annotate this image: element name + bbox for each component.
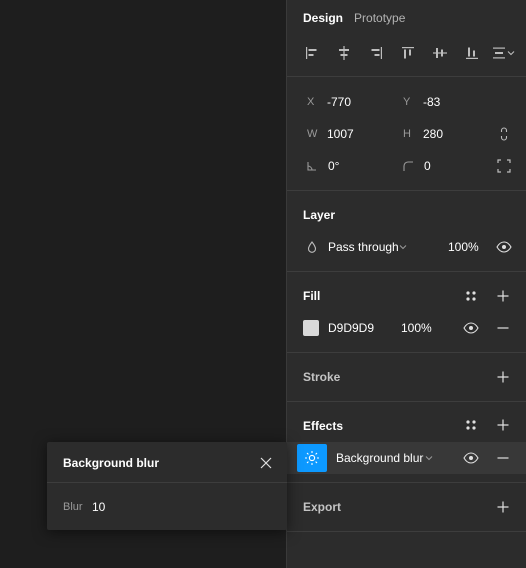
h-value[interactable]: 280 xyxy=(423,127,443,141)
panel-tabs: Design Prototype xyxy=(303,10,405,26)
add-stroke-icon[interactable] xyxy=(494,368,512,386)
eye-icon[interactable] xyxy=(462,449,480,467)
remove-effect-icon[interactable] xyxy=(494,449,512,467)
styles-grid-icon[interactable] xyxy=(462,287,480,305)
divider xyxy=(287,482,526,483)
w-value[interactable]: 1007 xyxy=(327,127,354,141)
divider xyxy=(287,352,526,353)
design-panel: Design Prototype X -770 Y -83 W 1007 H 2… xyxy=(286,0,526,568)
align-top-icon[interactable] xyxy=(397,42,419,64)
x-value[interactable]: -770 xyxy=(327,95,351,109)
eye-icon[interactable] xyxy=(495,238,513,256)
independent-corners-icon[interactable] xyxy=(495,157,513,175)
w-label: W xyxy=(307,128,318,140)
blur-value-input[interactable]: 10 xyxy=(92,500,105,514)
add-effect-icon[interactable] xyxy=(494,416,512,434)
blend-mode-select[interactable]: Pass through xyxy=(328,240,399,254)
fill-color-swatch[interactable] xyxy=(303,320,319,336)
add-export-icon[interactable] xyxy=(494,498,512,516)
stroke-section-title: Stroke xyxy=(303,370,341,384)
divider xyxy=(287,401,526,402)
tab-prototype[interactable]: Prototype xyxy=(354,10,405,26)
blur-label: Blur xyxy=(63,501,83,513)
divider xyxy=(287,76,526,77)
rotation-value[interactable]: 0° xyxy=(328,159,339,173)
h-label: H xyxy=(403,128,411,140)
effect-type-select[interactable]: Background blur xyxy=(336,451,423,465)
eye-icon[interactable] xyxy=(462,319,480,337)
fill-section-title: Fill xyxy=(303,289,321,303)
corner-radius-value[interactable]: 0 xyxy=(424,159,431,173)
styles-grid-icon[interactable] xyxy=(462,416,480,434)
chevron-down-icon[interactable] xyxy=(397,239,409,255)
fill-opacity[interactable]: 100% xyxy=(401,321,432,335)
align-bottom-icon[interactable] xyxy=(461,42,483,64)
effect-settings-icon[interactable] xyxy=(297,444,327,472)
x-label: X xyxy=(307,96,315,108)
popover-title: Background blur xyxy=(63,456,160,470)
background-blur-popover: Background blur Blur 10 xyxy=(47,442,287,530)
close-icon[interactable] xyxy=(257,454,275,472)
divider xyxy=(287,531,526,532)
y-field[interactable]: Y -83 xyxy=(403,91,440,113)
align-horizontal-center-icon[interactable] xyxy=(333,42,355,64)
height-field[interactable]: H 280 xyxy=(403,123,443,145)
corner-radius-icon xyxy=(399,157,417,175)
align-left-icon[interactable] xyxy=(301,42,323,64)
x-field[interactable]: X -770 xyxy=(307,91,351,113)
effects-section-title: Effects xyxy=(303,419,344,433)
divider xyxy=(287,271,526,272)
layer-opacity[interactable]: 100% xyxy=(448,240,479,254)
tab-design[interactable]: Design xyxy=(303,10,343,26)
constrain-proportions-icon[interactable] xyxy=(495,125,513,143)
remove-fill-icon[interactable] xyxy=(494,319,512,337)
add-fill-icon[interactable] xyxy=(494,287,512,305)
export-section-title: Export xyxy=(303,500,342,514)
align-right-icon[interactable] xyxy=(365,42,387,64)
popover-divider xyxy=(47,482,287,483)
y-label: Y xyxy=(403,96,411,108)
width-field[interactable]: W 1007 xyxy=(307,123,354,145)
divider xyxy=(287,190,526,191)
align-vertical-center-icon[interactable] xyxy=(429,42,451,64)
alignment-toolbar xyxy=(287,42,526,64)
y-value[interactable]: -83 xyxy=(423,95,440,109)
rotation-icon xyxy=(303,157,321,175)
effect-item[interactable]: Background blur xyxy=(287,442,526,474)
distribute-dropdown-icon[interactable] xyxy=(491,42,517,64)
fill-hex-value[interactable]: D9D9D9 xyxy=(328,321,374,335)
blend-drop-icon xyxy=(303,238,321,256)
chevron-down-icon[interactable] xyxy=(423,450,435,466)
layer-section-title: Layer xyxy=(303,208,336,222)
